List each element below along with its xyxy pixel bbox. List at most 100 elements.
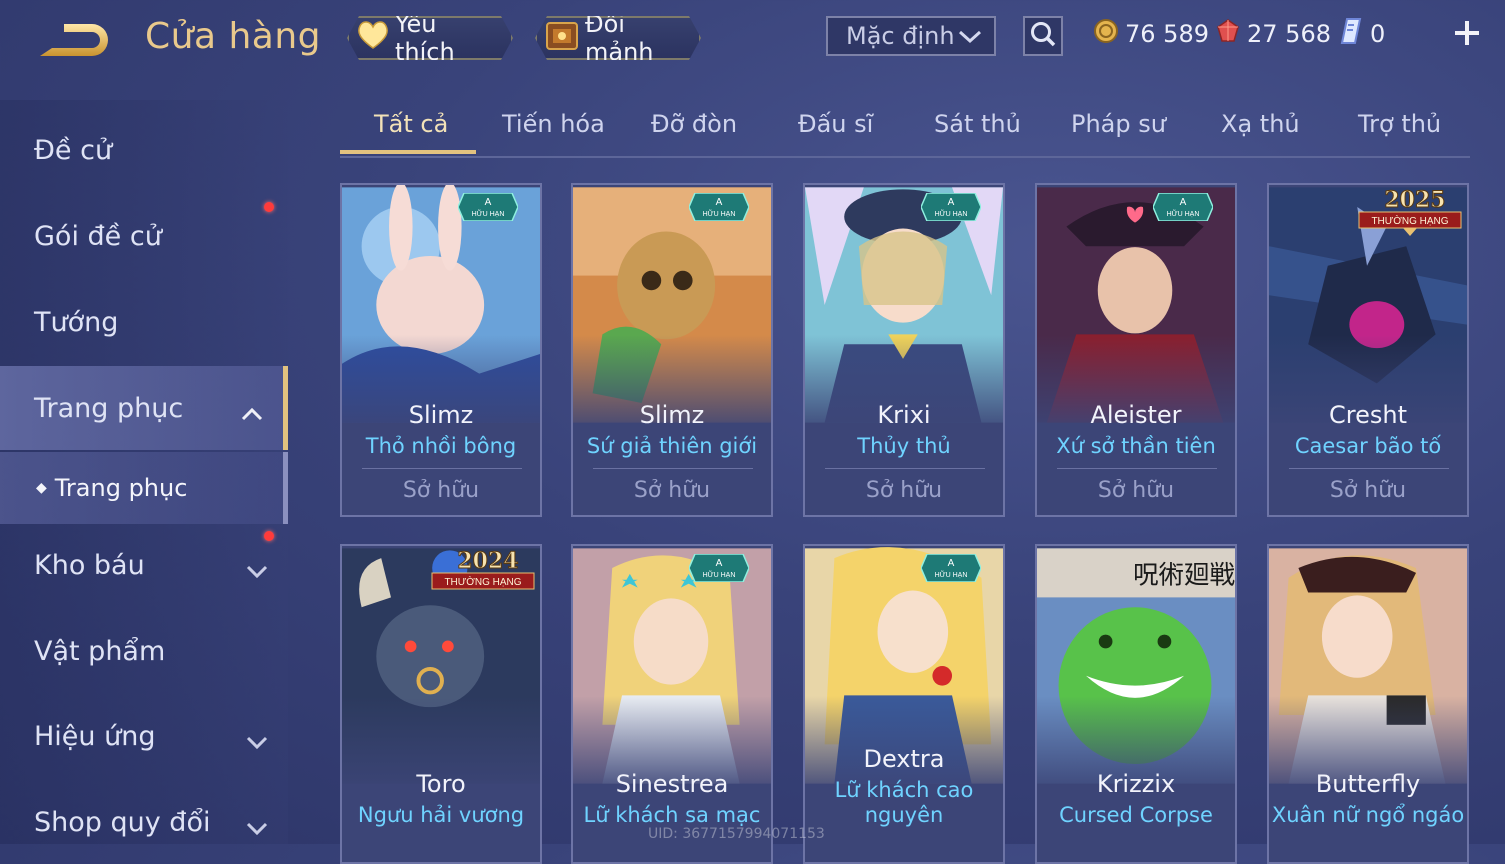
sidebar-item-treasure[interactable]: Kho báu [0, 525, 288, 605]
sidebar-item-recommended[interactable]: Đề cử [0, 110, 288, 190]
svg-text:A: A [716, 558, 723, 569]
top-bar: Cửa hàng Yêu thích Đổi mảnh Mặc định 76 … [0, 0, 1505, 80]
back-arrow-icon[interactable] [34, 18, 112, 64]
ranked-year-badge-icon: 2025 THƯỜNG HẠNG [1358, 187, 1462, 236]
treasure-chest-icon [545, 19, 579, 57]
sidebar-item-exchange-shop[interactable]: Shop quy đổi [0, 782, 288, 862]
uid-watermark: UID: 3677157994071153 [648, 826, 825, 842]
owned-status: Sở hữu [633, 478, 711, 503]
svg-text:HỮU HẠN: HỮU HẠN [935, 209, 968, 218]
svg-text:HỮU HẠN: HỮU HẠN [703, 209, 736, 218]
card-divider [593, 468, 753, 469]
favorites-button[interactable]: Yêu thích [347, 16, 513, 60]
skin-card[interactable]: A HỮU HẠN Sinestrea Lữ khách sa mạc [571, 544, 773, 864]
chevron-down-icon [958, 22, 982, 50]
skin-name: Xứ sở thần tiên [1056, 434, 1216, 458]
search-button[interactable] [1023, 16, 1063, 56]
skin-name: Sứ giả thiên giới [586, 434, 758, 458]
card-divider [1057, 468, 1217, 469]
tab-support[interactable]: Trợ thủ [1358, 110, 1441, 138]
exchange-shards-label: Đổi mảnh [585, 10, 654, 66]
tab-fighter[interactable]: Đấu sĩ [798, 110, 873, 138]
svg-text:A: A [948, 558, 955, 569]
sidebar-item-skins[interactable]: Trang phục [0, 366, 288, 450]
svg-text:A: A [716, 197, 723, 208]
limited-badge-icon: A HỮU HẠN [1153, 193, 1213, 221]
skin-card[interactable]: Butterfly Xuân nữ ngổ ngáo [1267, 544, 1469, 864]
hero-name: Krixi [877, 401, 931, 429]
skin-card[interactable]: A HỮU HẠN Dextra Lữ khách cao nguyên [803, 544, 1005, 864]
voucher-amount: 0 [1370, 20, 1386, 48]
skin-name: Thủy thủ [857, 434, 951, 458]
hero-name: Aleister [1090, 401, 1182, 429]
chevron-down-icon [246, 726, 268, 750]
skin-name: Cursed Corpse [1059, 803, 1213, 827]
sidebar-subitem-skins[interactable]: ◆ Trang phục [0, 452, 288, 524]
limited-badge-icon: A HỮU HẠN [458, 193, 518, 221]
skin-name: Xuân nữ ngổ ngáo [1271, 803, 1465, 827]
hero-name: Sinestrea [615, 770, 729, 798]
sidebar-item-label: Shop quy đổi [34, 806, 211, 838]
sidebar-item-bundles[interactable]: Gói đề cử [0, 196, 288, 276]
sidebar-subitem-label: Trang phục [54, 474, 188, 502]
skin-card[interactable]: A HỮU HẠN Slimz Thỏ nhồi bông Sở hữu [340, 183, 542, 517]
card-divider [1289, 468, 1449, 469]
plus-icon[interactable] [1450, 16, 1484, 50]
svg-text:A: A [485, 197, 492, 208]
skin-card[interactable]: A HỮU HẠN Aleister Xứ sở thần tiên Sở hữ… [1035, 183, 1237, 517]
limited-badge-icon: A HỮU HẠN [689, 554, 749, 582]
skin-name: Caesar bão tố [1294, 434, 1442, 458]
limited-badge-icon: A HỮU HẠN [921, 193, 981, 221]
tab-tank[interactable]: Đỡ đòn [651, 110, 737, 138]
tab-marksman[interactable]: Xạ thủ [1221, 110, 1300, 138]
favorites-label: Yêu thích [395, 10, 455, 66]
skin-name: Lữ khách sa mạc [583, 803, 761, 827]
sidebar-item-label: Đề cử [34, 134, 113, 166]
svg-text:HỮU HẠN: HỮU HẠN [703, 570, 736, 579]
gold-amount: 76 589 [1125, 20, 1209, 48]
sidebar-item-label: Tướng [34, 306, 119, 338]
owned-status: Sở hữu [402, 478, 480, 503]
limited-badge-icon: A HỮU HẠN [921, 554, 981, 582]
skin-card[interactable]: 2024 THƯỜNG HẠNG Toro Ngưu hải vương [340, 544, 542, 864]
tab-mage[interactable]: Pháp sư [1071, 110, 1166, 138]
tab-evolution[interactable]: Tiến hóa [502, 110, 605, 138]
tab-all[interactable]: Tất cả [374, 110, 448, 138]
skin-card[interactable]: A HỮU HẠN Slimz Sứ giả thiên giới Sở hữu [571, 183, 773, 517]
chevron-down-icon [246, 812, 268, 836]
gem-amount: 27 568 [1247, 20, 1331, 48]
notification-dot [264, 531, 274, 541]
svg-text:HỮU HẠN: HỮU HẠN [472, 209, 505, 218]
skin-name-line2: nguyên [864, 803, 944, 827]
diamond-bullet-icon: ◆ [36, 480, 47, 496]
active-tab-indicator [340, 150, 476, 154]
sidebar-item-items[interactable]: Vật phẩm [0, 611, 288, 691]
owned-status: Sở hữu [1097, 478, 1175, 503]
skin-card[interactable]: 2025 THƯỜNG HẠNG Cresht Caesar bão tố Sở… [1267, 183, 1469, 517]
exchange-shards-button[interactable]: Đổi mảnh [535, 16, 701, 60]
category-tabs: Tất cả Tiến hóa Đỡ đòn Đấu sĩ Sát thủ Ph… [340, 100, 1470, 158]
owned-status: Sở hữu [1329, 478, 1407, 503]
skin-card[interactable]: A HỮU HẠN Krixi Thủy thủ Sở hữu [803, 183, 1005, 517]
sidebar-item-label: Kho báu [34, 549, 145, 581]
skin-name: Ngưu hải vương [357, 803, 525, 827]
sidebar-item-heroes[interactable]: Tướng [0, 282, 288, 362]
svg-text:2024: 2024 [457, 548, 518, 574]
hero-name: Krizzix [1096, 770, 1176, 798]
gold-balance: 76 589 [1093, 18, 1209, 50]
tab-assassin[interactable]: Sát thủ [934, 110, 1021, 138]
sidebar: Đề cử Gói đề cử Tướng Trang phục ◆ Trang… [0, 100, 288, 844]
skin-name: Thỏ nhồi bông [365, 434, 517, 458]
heart-icon [357, 20, 389, 56]
svg-text:THƯỜNG HẠNG: THƯỜNG HẠNG [1371, 214, 1448, 227]
svg-text:THƯỜNG HẠNG: THƯỜNG HẠNG [444, 575, 521, 588]
notification-dot [264, 202, 274, 212]
hero-name: Toro [416, 770, 466, 798]
sort-dropdown[interactable]: Mặc định [826, 16, 996, 56]
skin-name: Lữ khách cao [834, 778, 974, 802]
sidebar-item-label: Gói đề cử [34, 220, 162, 252]
owned-status: Sở hữu [865, 478, 943, 503]
sidebar-item-effects[interactable]: Hiệu ứng [0, 696, 288, 776]
skin-card[interactable]: 呪術廻戦 Krizzix Cursed Corpse [1035, 544, 1237, 864]
voucher-crystal-icon [1338, 17, 1364, 51]
